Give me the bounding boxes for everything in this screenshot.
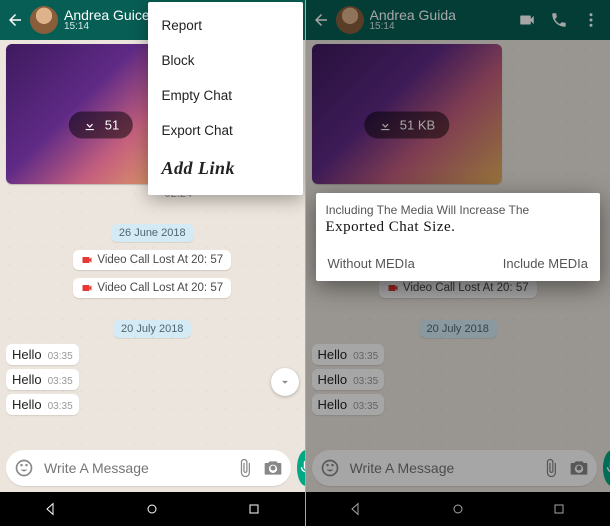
dialog-text-line1: Including The Media Will Increase The bbox=[326, 203, 591, 217]
composer-bar bbox=[0, 446, 305, 492]
compose-box[interactable] bbox=[6, 450, 291, 486]
message-input[interactable] bbox=[42, 459, 227, 477]
overflow-menu: Report Block Empty Chat Export Chat Add … bbox=[148, 2, 303, 195]
video-miss-icon bbox=[81, 282, 93, 294]
back-icon[interactable] bbox=[6, 11, 24, 29]
video-call-chip[interactable]: Video Call Lost At 20: 57 bbox=[73, 250, 231, 270]
download-size: 51 bbox=[105, 118, 119, 133]
incoming-message[interactable]: Hello03:35 bbox=[6, 344, 79, 365]
menu-export[interactable]: Export Chat bbox=[148, 113, 303, 148]
camera-icon[interactable] bbox=[263, 458, 283, 478]
without-media-button[interactable]: Without MEDIa bbox=[326, 250, 417, 277]
contact-avatar[interactable] bbox=[30, 6, 58, 34]
menu-empty[interactable]: Empty Chat bbox=[148, 78, 303, 113]
menu-add-link[interactable]: Add Link bbox=[148, 148, 303, 189]
video-call-chip[interactable]: Video Call Lost At 20: 57 bbox=[73, 278, 231, 298]
menu-report[interactable]: Report bbox=[148, 8, 303, 43]
android-nav-bar bbox=[0, 492, 305, 526]
download-pill[interactable]: 51 bbox=[69, 112, 133, 139]
mic-button[interactable] bbox=[297, 450, 306, 486]
download-icon bbox=[83, 118, 97, 132]
export-media-dialog: Including The Media Will Increase The Ex… bbox=[316, 193, 601, 281]
nav-back-icon[interactable] bbox=[43, 501, 59, 517]
incoming-message[interactable]: Hello03:35 bbox=[6, 369, 79, 390]
video-miss-icon bbox=[81, 254, 93, 266]
date-separator: 26 June 2018 bbox=[111, 224, 194, 242]
dialog-text-line2: Exported Chat Size. bbox=[326, 219, 591, 236]
include-media-button[interactable]: Include MEDIa bbox=[501, 250, 590, 277]
scroll-to-bottom[interactable] bbox=[271, 368, 299, 396]
attach-icon[interactable] bbox=[235, 458, 255, 478]
incoming-message[interactable]: Hello03:35 bbox=[6, 394, 79, 415]
menu-block[interactable]: Block bbox=[148, 43, 303, 78]
emoji-icon[interactable] bbox=[14, 458, 34, 478]
chevron-down-icon bbox=[278, 375, 292, 389]
screen-menu-open: Andrea Guice 15:14 51 02:24 26 June 2018… bbox=[0, 0, 306, 526]
nav-home-icon[interactable] bbox=[144, 501, 160, 517]
mic-icon bbox=[297, 459, 306, 477]
date-separator: 20 July 2018 bbox=[113, 320, 191, 338]
screen-export-dialog: Andrea Guida 15:14 51 KB 26 June 2018 bbox=[306, 0, 610, 526]
nav-recents-icon[interactable] bbox=[246, 501, 262, 517]
